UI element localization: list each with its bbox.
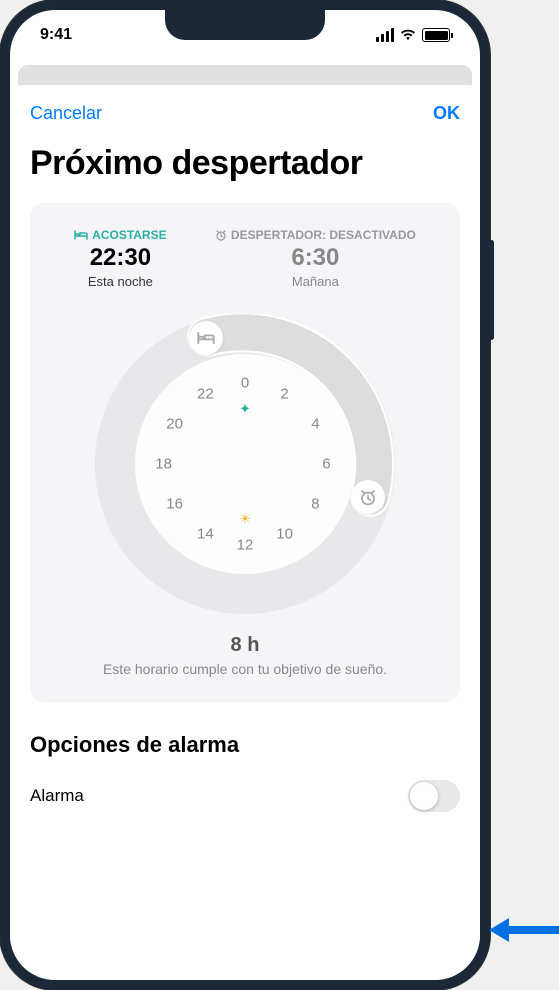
modal-sheet: Cancelar OK Próximo despertador ACOSTARS… [10,85,480,980]
power-button [489,240,494,340]
modal-header: Cancelar OK [10,85,480,134]
clock-hour-10: 10 [276,526,293,543]
cancel-button[interactable]: Cancelar [30,103,102,124]
wakeup-sub: Mañana [215,274,416,289]
volume-down-button [0,300,1,365]
bed-icon [197,329,215,347]
clock-hour-8: 8 [311,495,319,512]
clock-hour-12: 12 [237,537,254,554]
wakeup-value: 6:30 [215,244,416,272]
clock-hour-22: 22 [197,385,214,402]
bed-icon [74,230,88,240]
times-row: ACOSTARSE 22:30 Esta noche DESPERTADOR: … [50,228,440,289]
alarm-icon [359,488,377,506]
alarm-icon [215,229,227,241]
duration-value: 8 h [50,634,440,657]
wifi-icon [399,28,417,42]
alarm-toggle-row: Alarma [10,768,480,824]
clock-hour-14: 14 [197,526,214,543]
sleep-clock[interactable]: 0 2 4 6 8 10 12 14 16 18 20 22 [95,314,395,614]
toggle-knob [410,782,438,810]
bedtime-handle[interactable] [189,321,223,355]
callout-arrow [489,910,559,950]
wakeup-handle[interactable] [351,480,385,514]
options-title: Opciones de alarma [10,722,480,768]
wakeup-label: DESPERTADOR: DESACTIVADO [215,228,416,242]
phone-frame: 9:41 [0,0,490,990]
schedule-card: ACOSTARSE 22:30 Esta noche DESPERTADOR: … [30,203,460,702]
sparkle-icon: ✦ [239,401,251,418]
side-button [0,160,1,195]
clock-hour-18: 18 [155,456,172,473]
duration-block: 8 h Este horario cumple con tu objetivo … [50,634,440,677]
clock-face: 0 2 4 6 8 10 12 14 16 18 20 22 [135,354,355,574]
bedtime-value: 22:30 [74,244,166,272]
clock-hour-4: 4 [311,416,319,433]
volume-up-button [0,220,1,285]
sun-icon: ☀ [239,511,252,528]
clock-hour-20: 20 [166,416,183,433]
clock-hour-6: 6 [322,456,330,473]
alarm-toggle[interactable] [408,780,460,812]
page-title: Próximo despertador [10,134,480,203]
status-time: 9:41 [40,26,72,44]
bedtime-block: ACOSTARSE 22:30 Esta noche [74,228,166,289]
alarm-toggle-label: Alarma [30,786,84,806]
bedtime-sub: Esta noche [74,274,166,289]
screen: 9:41 [10,10,480,980]
battery-icon [422,28,450,42]
wakeup-block: DESPERTADOR: DESACTIVADO 6:30 Mañana [215,228,416,289]
clock-hour-2: 2 [280,385,288,402]
clock-hour-16: 16 [166,495,183,512]
duration-desc: Este horario cumple con tu objetivo de s… [50,661,440,677]
status-icons [376,28,450,42]
bedtime-label: ACOSTARSE [74,228,166,242]
ok-button[interactable]: OK [433,103,460,124]
cellular-signal-icon [376,28,394,42]
clock-hour-0: 0 [241,374,249,391]
notch [165,10,325,40]
